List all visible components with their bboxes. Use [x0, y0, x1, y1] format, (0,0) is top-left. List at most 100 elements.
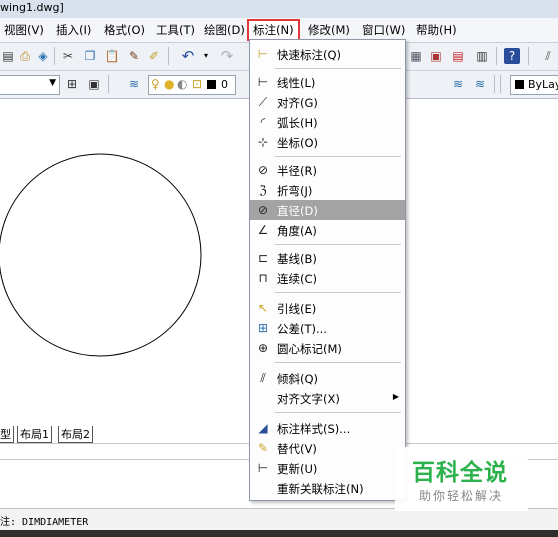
block-editor-icon[interactable]: ✐: [146, 48, 162, 64]
menu-item-angular[interactable]: ∠ 角度(A): [250, 220, 405, 240]
make-current-layer-icon[interactable]: ≋: [450, 76, 466, 92]
menu-tools[interactable]: 工具(T): [156, 22, 195, 38]
menu-item-tolerance[interactable]: ⊞ 公差(T)...: [250, 318, 405, 338]
chevron-down-icon: ▼: [49, 78, 56, 88]
layer-previous-icon[interactable]: ≋: [472, 76, 488, 92]
menu-dimension[interactable]: 标注(N): [247, 19, 300, 41]
submenu-arrow-icon: ▶: [392, 392, 399, 401]
menu-item-override[interactable]: ✎ 替代(V): [250, 438, 405, 458]
quickcalc-icon[interactable]: ▤: [450, 48, 466, 64]
menu-item-leader[interactable]: ↖ 引线(E): [250, 298, 405, 318]
lightbulb-icon: ♀: [151, 77, 160, 91]
menu-separator: [275, 362, 401, 363]
save-workspace-icon[interactable]: ▣: [86, 76, 102, 92]
arc-length-icon: ◜: [260, 115, 266, 129]
calculator-icon[interactable]: ▥: [474, 48, 490, 64]
open-icon[interactable]: ▤: [0, 48, 16, 64]
menu-separator: [275, 156, 401, 157]
taskbar-strip: [0, 530, 558, 537]
toolbar-extra-icon[interactable]: ⫽: [540, 48, 556, 64]
workspace-settings-icon[interactable]: ⊞: [64, 76, 80, 92]
center-mark-icon: ⊕: [257, 341, 269, 355]
layer-manager-icon[interactable]: ≋: [126, 76, 142, 92]
menu-item-jogged[interactable]: ℨ 折弯(J): [250, 180, 405, 200]
menu-view[interactable]: 视图(V): [4, 22, 44, 38]
quick-dimension-icon: ⊢: [257, 47, 269, 61]
dimension-style-icon: ◢: [258, 421, 268, 435]
menu-help[interactable]: 帮助(H): [416, 22, 457, 38]
window-title: wing1.dwg]: [0, 1, 64, 14]
ordinate-icon: ⊹: [257, 135, 269, 149]
workspace-select[interactable]: ▼: [0, 75, 60, 95]
linear-dimension-icon: ⊢: [257, 75, 269, 89]
menu-draw[interactable]: 绘图(D): [204, 22, 245, 38]
menu-window[interactable]: 窗口(W): [362, 22, 405, 38]
baseline-icon: ⊏: [257, 251, 269, 265]
menu-item-arc-length[interactable]: ◜ 弧长(H): [250, 112, 405, 132]
menu-separator: [275, 292, 401, 293]
watermark-subtitle: 助你轻松解决: [419, 489, 504, 503]
override-icon: ✎: [257, 441, 269, 455]
lock-icon: ⊡: [192, 77, 203, 91]
menu-item-reassociate[interactable]: 重新关联标注(N): [250, 478, 405, 498]
menu-format[interactable]: 格式(O): [104, 22, 145, 38]
undo-dropdown-icon[interactable]: ▾: [198, 48, 214, 64]
menu-item-align-text[interactable]: 对齐文字(X) ▶: [250, 388, 405, 408]
paste-icon[interactable]: 📋: [104, 48, 120, 64]
leader-icon: ↖: [257, 301, 269, 315]
redo-icon[interactable]: ↷: [219, 48, 235, 64]
menu-item-ordinate[interactable]: ⊹ 坐标(O): [250, 132, 405, 152]
color-select[interactable]: ByLay: [510, 75, 558, 95]
command-status-text: 注: DIMDIAMETER: [0, 517, 89, 528]
menu-item-center-mark[interactable]: ⊕ 圆心标记(M): [250, 338, 405, 358]
aligned-dimension-icon: ⟋: [258, 95, 268, 109]
color-value: ByLay: [528, 78, 558, 91]
layout-tabs: 型 布局1 布局2: [0, 425, 260, 443]
update-icon: ⊢: [257, 461, 269, 475]
menu-item-baseline[interactable]: ⊏ 基线(B): [250, 248, 405, 268]
tab-model[interactable]: 型: [0, 426, 14, 443]
plot-icon[interactable]: ⎙: [17, 48, 33, 64]
tab-layout2[interactable]: 布局2: [58, 426, 93, 443]
menu-separator: [275, 244, 401, 245]
undo-icon[interactable]: ↶: [180, 48, 196, 64]
tab-layout1[interactable]: 布局1: [17, 426, 52, 443]
menu-item-dimension-style[interactable]: ◢ 标注样式(S)...: [250, 418, 405, 438]
layer-color-swatch: [207, 80, 216, 89]
sun-icon: ●: [164, 77, 175, 91]
diameter-icon: ⊘: [257, 203, 269, 217]
layer-value: 0: [221, 78, 228, 91]
command-status-line: 注: DIMDIAMETER: [0, 508, 558, 531]
help-icon[interactable]: ?: [504, 48, 520, 64]
menu-item-aligned[interactable]: ⟋ 对齐(G): [250, 92, 405, 112]
publish-icon[interactable]: ◈: [35, 48, 51, 64]
menu-item-linear[interactable]: ⊢ 线性(L): [250, 72, 405, 92]
menu-item-continue[interactable]: ⊓ 连续(C): [250, 268, 405, 288]
copy-icon[interactable]: ❐: [82, 48, 98, 64]
menu-item-diameter[interactable]: ⊘ 直径(D): [250, 200, 405, 220]
menu-separator: [275, 68, 401, 69]
jogged-icon: ℨ: [259, 183, 267, 197]
freeze-icon: ◐: [177, 77, 188, 91]
sheet-set-icon[interactable]: ▦: [408, 48, 424, 64]
menu-item-oblique[interactable]: ⫽ 倾斜(Q): [250, 368, 405, 388]
menu-item-quick-dimension[interactable]: ⊢ 快速标注(Q): [250, 44, 405, 64]
watermark: 百科全说 助你轻松解决: [395, 447, 528, 511]
menu-separator: [275, 412, 401, 413]
cut-icon[interactable]: ✂: [60, 48, 76, 64]
menu-item-update[interactable]: ⊢ 更新(U): [250, 458, 405, 478]
radius-icon: ⊘: [257, 163, 269, 177]
color-swatch: [515, 80, 524, 89]
markup-icon[interactable]: ▣: [428, 48, 444, 64]
circle-entity[interactable]: [0, 153, 202, 357]
oblique-icon: ⫽: [260, 371, 266, 385]
tolerance-icon: ⊞: [257, 321, 269, 335]
menu-modify[interactable]: 修改(M): [308, 22, 350, 38]
match-properties-icon[interactable]: ✎: [126, 48, 142, 64]
dimension-dropdown-menu: ⊢ 快速标注(Q) ⊢ 线性(L) ⟋ 对齐(G) ◜ 弧长(H) ⊹ 坐标(O…: [249, 39, 406, 501]
menu-item-radius[interactable]: ⊘ 半径(R): [250, 160, 405, 180]
angular-icon: ∠: [257, 223, 269, 237]
watermark-title: 百科全说: [412, 460, 508, 486]
layer-select[interactable]: ♀ ● ◐ ⊡ 0: [148, 75, 236, 95]
menu-insert[interactable]: 插入(I): [56, 22, 91, 38]
